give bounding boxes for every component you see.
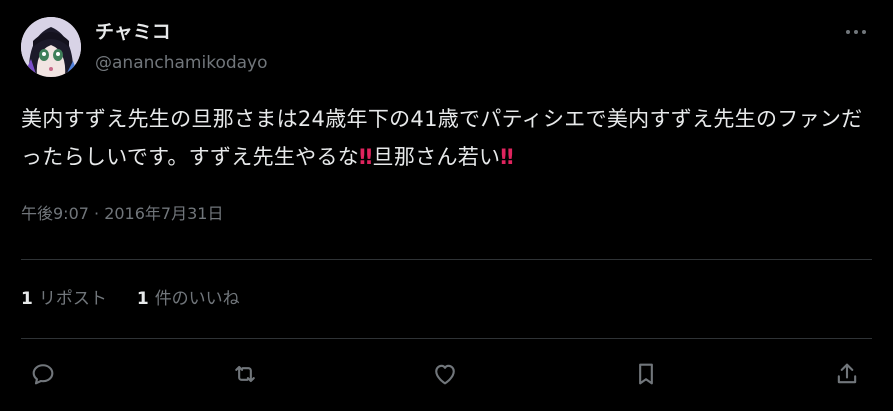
like-button[interactable]	[427, 356, 463, 392]
tweet-text: 美内すずえ先生の旦那さまは24歳年下の41歳でパティシエで美内すずえ先生のファン…	[21, 100, 879, 176]
bookmark-icon	[639, 363, 653, 385]
double-exclamation-emoji-2: ‼	[500, 145, 514, 169]
likes-label: 件のいいね	[154, 289, 240, 309]
divider-bottom	[21, 338, 872, 339]
divider-top	[21, 259, 872, 260]
likes-count: 1	[136, 289, 149, 309]
retweets-count: 1	[21, 289, 33, 309]
tweet-stats: 1 リポスト 1 件のいいね	[21, 288, 240, 310]
tweet-actions	[0, 356, 893, 392]
double-exclamation-emoji-1: ‼	[359, 145, 373, 169]
avatar-image	[21, 17, 81, 77]
more-dots-icon	[846, 30, 866, 34]
author-handle[interactable]: @ananchamikodayo	[95, 52, 268, 74]
avatar[interactable]	[21, 17, 81, 77]
reply-icon	[32, 364, 54, 385]
share-icon	[837, 363, 857, 384]
retweets-stat[interactable]: 1 リポスト	[21, 288, 107, 310]
share-button[interactable]	[829, 356, 865, 392]
retweet-icon	[235, 365, 255, 383]
bookmark-button[interactable]	[628, 356, 664, 392]
more-options-button[interactable]	[838, 20, 874, 44]
tweet-text-part2: 旦那さん若い	[372, 145, 501, 169]
heart-icon	[435, 364, 455, 385]
retweet-button[interactable]	[227, 356, 263, 392]
retweets-label: リポスト	[38, 289, 107, 309]
tweet: チャミコ @ananchamikodayo 美内すずえ先生の旦那さまは24歳年下…	[0, 0, 893, 411]
tweet-timestamp[interactable]: 午後9:07 · 2016年7月31日	[21, 203, 223, 225]
likes-stat[interactable]: 1 件のいいね	[137, 288, 240, 310]
author-display-name[interactable]: チャミコ	[95, 20, 171, 44]
reply-button[interactable]	[25, 356, 61, 392]
